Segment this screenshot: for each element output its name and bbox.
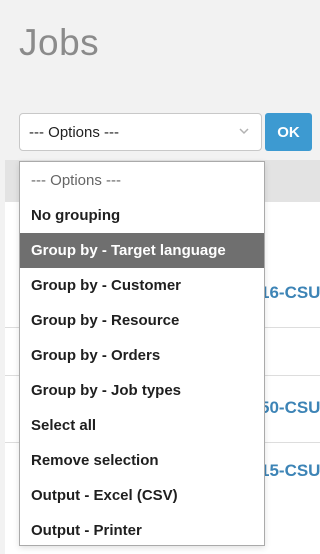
dropdown-item-group-job-types[interactable]: Group by - Job types — [20, 373, 264, 408]
dropdown-item-group-target-language[interactable]: Group by - Target language — [20, 233, 264, 268]
job-code-link[interactable]: 15-CSU — [260, 461, 320, 481]
dropdown-item-select-all[interactable]: Select all — [20, 408, 264, 443]
dropdown-item-group-orders[interactable]: Group by - Orders — [20, 338, 264, 373]
dropdown-item-no-grouping[interactable]: No grouping — [20, 198, 264, 233]
options-select-value: --- Options --- — [29, 124, 119, 141]
job-code-link[interactable]: 16-CSU — [260, 283, 320, 303]
dropdown-item-options[interactable]: --- Options --- — [20, 163, 264, 198]
dropdown-item-output-excel[interactable]: Output - Excel (CSV) — [20, 478, 264, 513]
job-code-link[interactable]: 50-CSU — [260, 398, 320, 418]
dropdown-item-remove-selection[interactable]: Remove selection — [20, 443, 264, 478]
dropdown-item-output-printer[interactable]: Output - Printer — [20, 513, 264, 548]
options-select[interactable]: --- Options --- — [19, 113, 262, 151]
chevron-down-icon — [239, 128, 249, 135]
dropdown-item-group-customer[interactable]: Group by - Customer — [20, 268, 264, 303]
dropdown-item-group-resource[interactable]: Group by - Resource — [20, 303, 264, 338]
options-dropdown: --- Options --- No grouping Group by - T… — [19, 161, 265, 546]
page-title: Jobs — [19, 22, 100, 63]
jobs-page: Jobs 16-CSU 50-CSU 15-CSU --- Options --… — [0, 0, 320, 554]
ok-button[interactable]: OK — [265, 113, 312, 151]
